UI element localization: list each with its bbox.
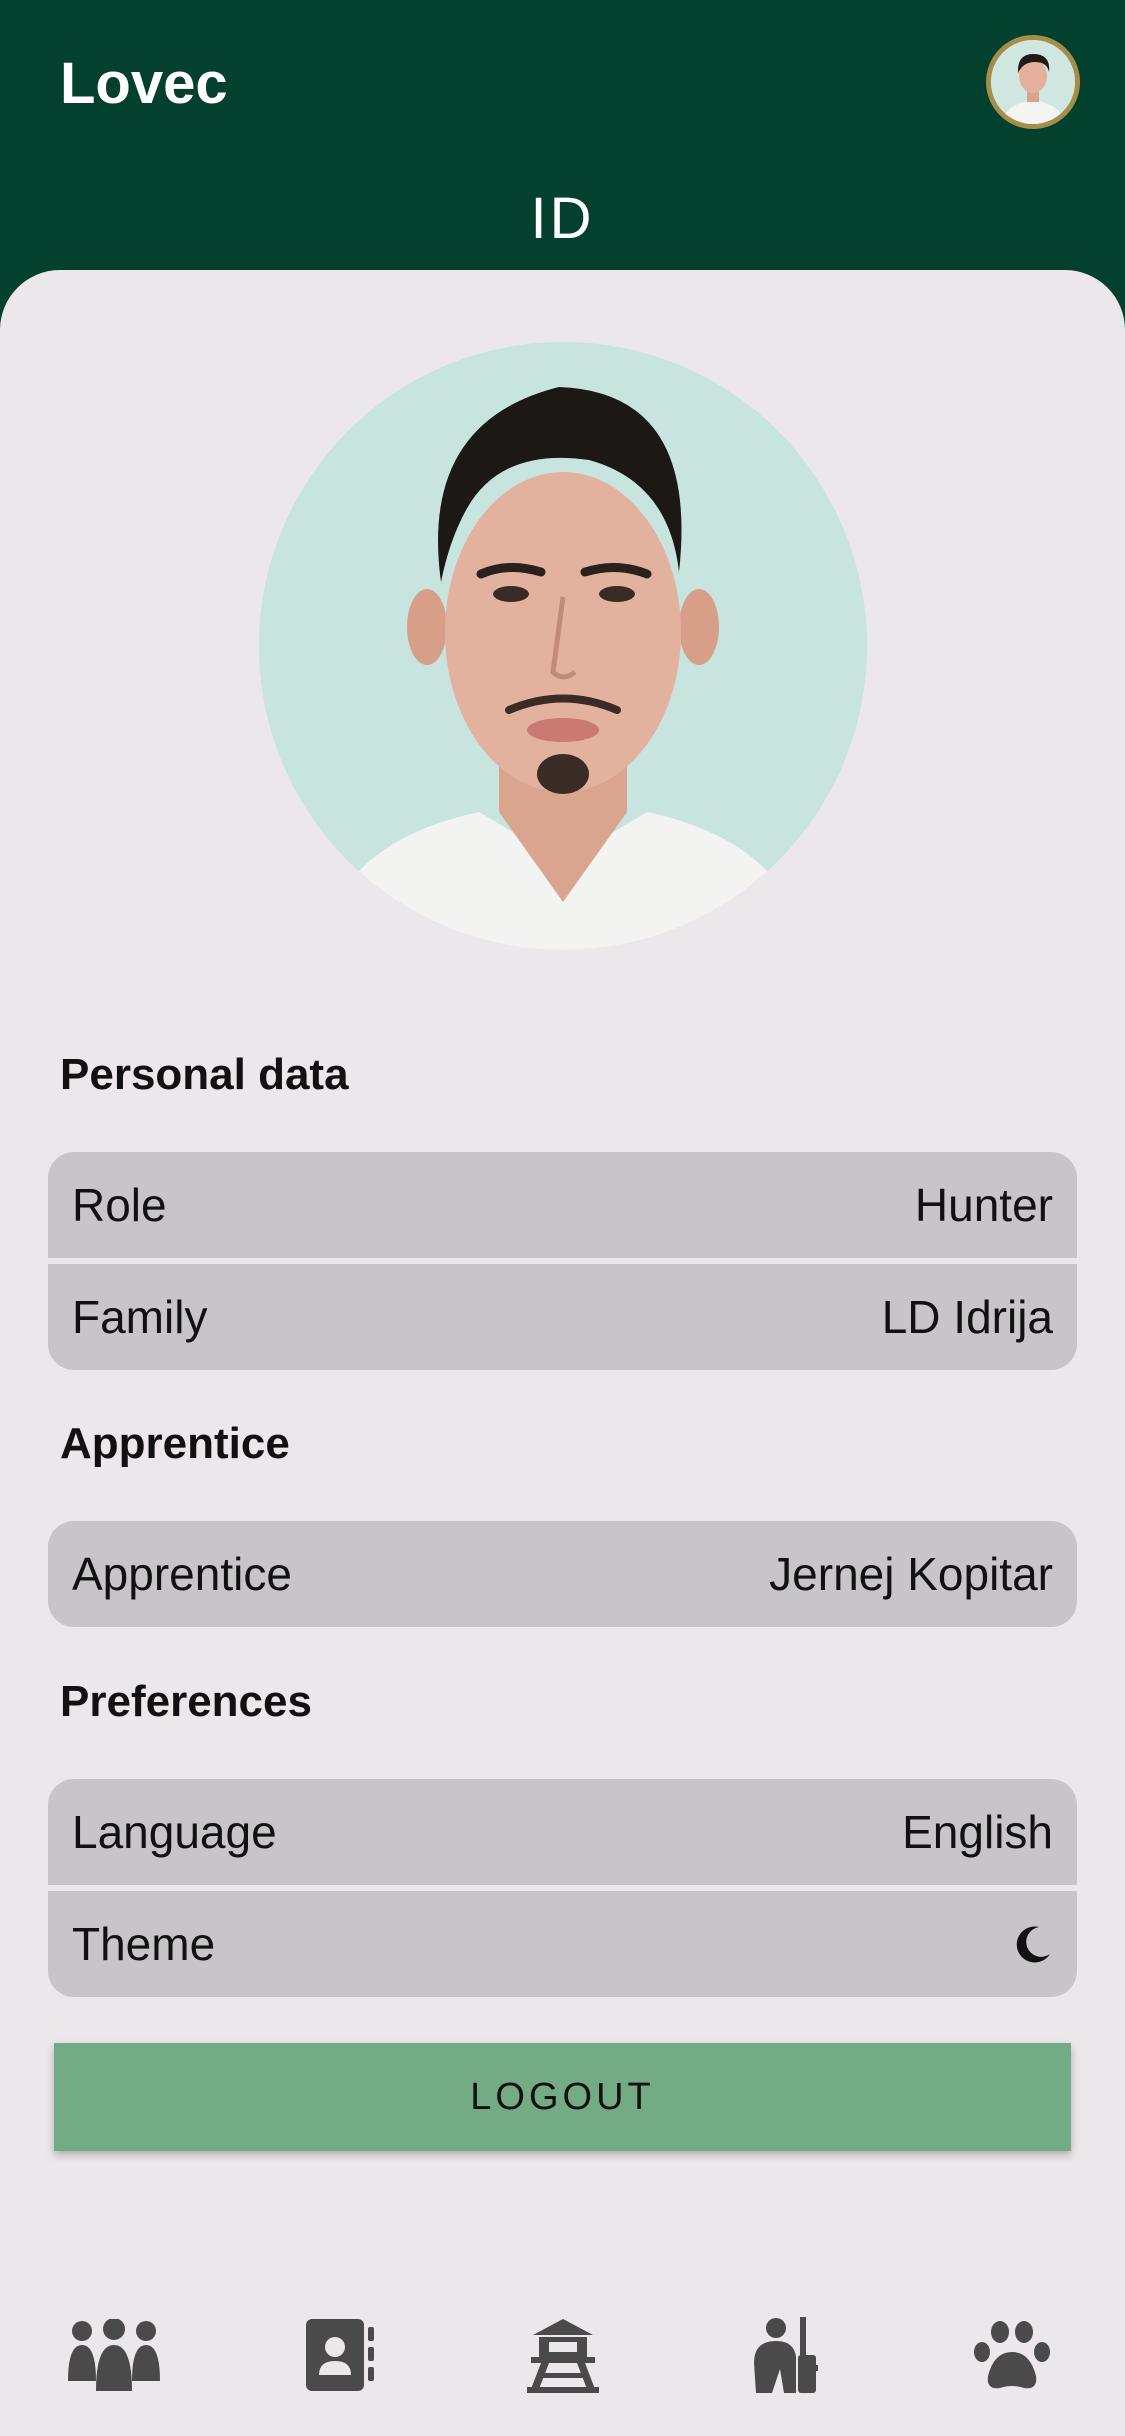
watchtower-icon (527, 2319, 599, 2393)
row-role-label: Role (72, 1179, 167, 1231)
header-avatar[interactable] (986, 35, 1080, 129)
nav-group[interactable] (54, 2295, 174, 2415)
row-family-value: LD Idrija (881, 1291, 1053, 1343)
row-theme[interactable]: Theme (48, 1891, 1077, 1997)
row-apprentice-label: Apprentice (72, 1548, 292, 1600)
row-apprentice-value: Jernej Kopitar (769, 1548, 1053, 1600)
personal-data-group: Role Hunter Family LD Idrija (48, 1152, 1077, 1370)
preferences-group: Language English Theme (48, 1779, 1077, 1997)
nav-watchtower[interactable] (503, 2295, 623, 2415)
row-language-label: Language (72, 1806, 277, 1858)
tab-id[interactable]: ID (0, 185, 1125, 252)
row-language-value: English (902, 1806, 1053, 1858)
hunter-icon (754, 2317, 818, 2393)
moon-icon[interactable] (1013, 1924, 1053, 1964)
nav-animals[interactable] (952, 2295, 1072, 2415)
group-icon (68, 2319, 160, 2391)
contact-book-icon (306, 2319, 374, 2391)
app-title: Lovec (60, 51, 228, 116)
row-role-value: Hunter (914, 1179, 1053, 1231)
row-family[interactable]: Family LD Idrija (48, 1264, 1077, 1370)
app-bar: Lovec ID (0, 0, 1125, 290)
nav-contacts[interactable] (280, 2295, 400, 2415)
apprentice-group: Apprentice Jernej Kopitar (48, 1521, 1077, 1627)
logout-button[interactable]: LOGOUT (54, 2043, 1071, 2151)
section-title-apprentice: Apprentice (60, 1419, 290, 1468)
bottom-navigation (0, 2295, 1125, 2436)
row-family-label: Family (72, 1291, 208, 1343)
profile-avatar-icon (991, 40, 1075, 124)
paw-icon (974, 2321, 1050, 2389)
section-title-preferences: Preferences (60, 1677, 312, 1726)
row-theme-label: Theme (72, 1918, 216, 1970)
profile-sheet: Personal data Role Hunter Family LD Idri… (0, 270, 1125, 2436)
person-portrait-icon (259, 342, 867, 950)
row-language[interactable]: Language English (48, 1779, 1077, 1885)
nav-hunter[interactable] (728, 2295, 848, 2415)
row-role[interactable]: Role Hunter (48, 1152, 1077, 1258)
row-apprentice[interactable]: Apprentice Jernej Kopitar (48, 1521, 1077, 1627)
profile-photo (259, 342, 867, 950)
section-title-personal-data: Personal data (60, 1050, 349, 1099)
